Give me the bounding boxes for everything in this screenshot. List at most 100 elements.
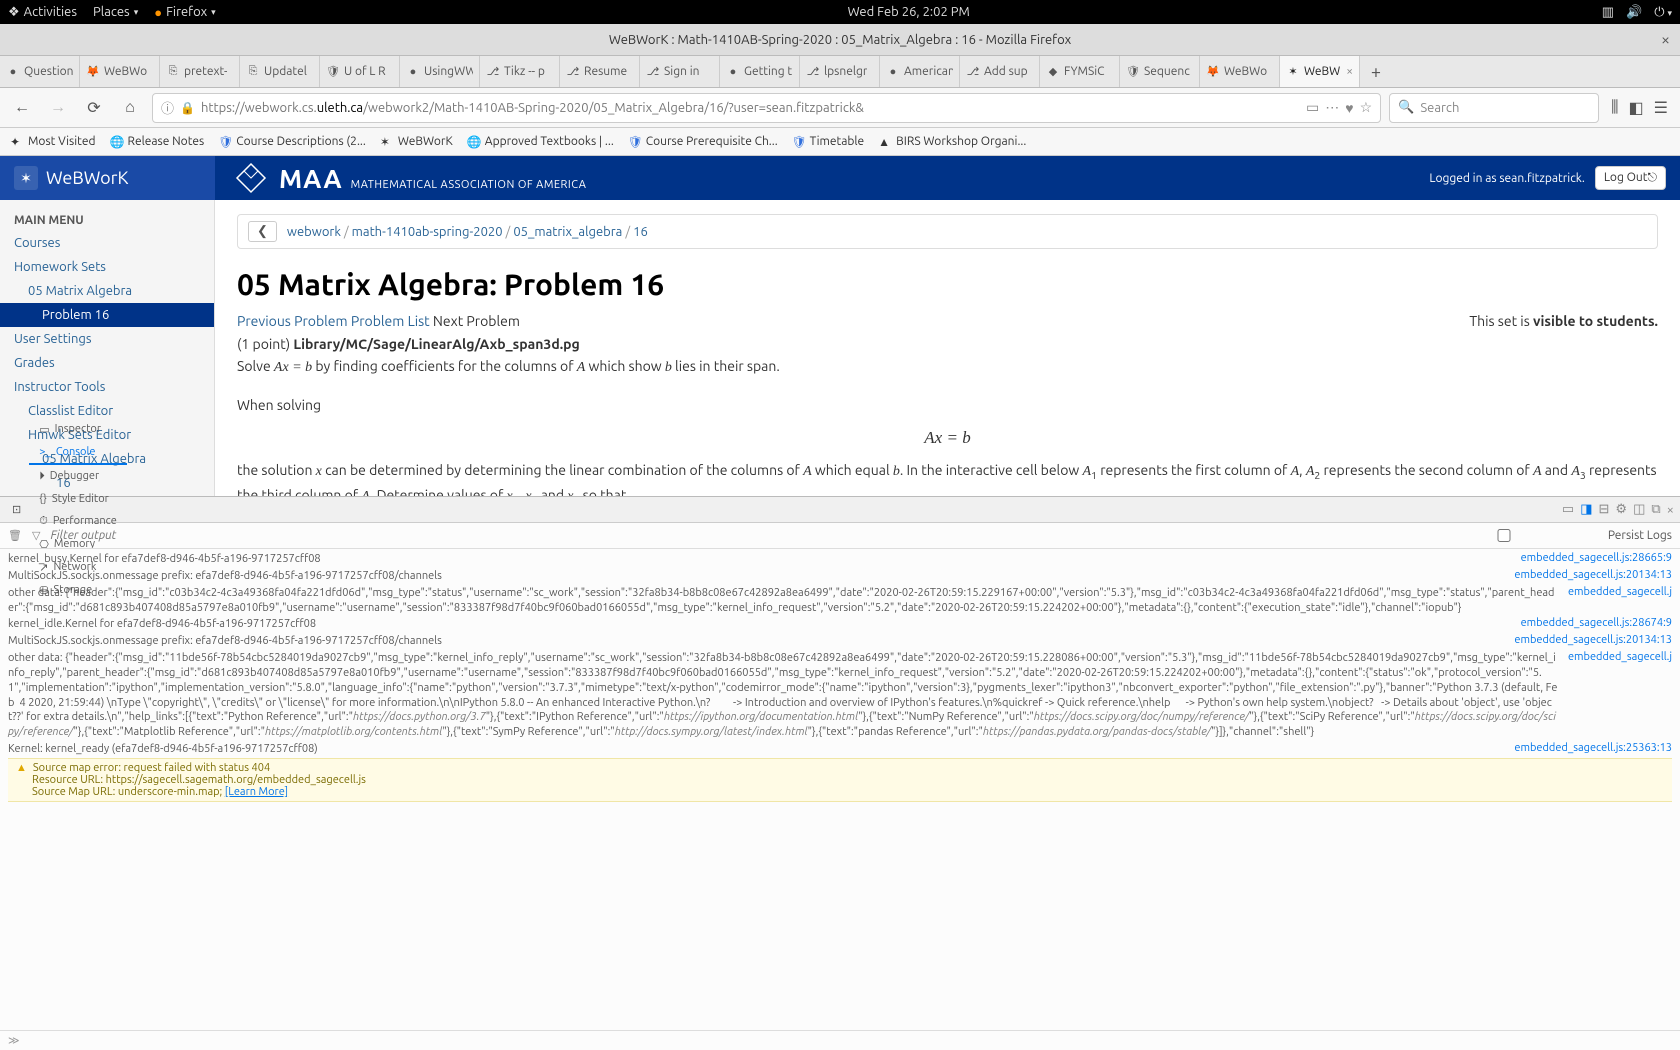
back-button[interactable]: ← — [8, 94, 36, 122]
new-tab-button[interactable]: + — [1360, 56, 1392, 87]
devtools-dock-icon[interactable]: ⊟ — [1599, 502, 1610, 517]
devtools-close-icon[interactable]: × — [1667, 503, 1674, 517]
browser-tab[interactable]: ⎇Add sup — [960, 56, 1040, 87]
browser-tab[interactable]: ⎘pretext- — [160, 56, 240, 87]
devtools-popout-icon[interactable]: ⧉ — [1651, 502, 1660, 517]
devtools-tab-console[interactable]: >_Console — [29, 441, 127, 465]
firefox-menu[interactable]: ● Firefox ▾ — [154, 5, 215, 20]
activities-menu[interactable]: ❖ Activities — [8, 5, 77, 20]
pocket-icon[interactable]: ♥ — [1345, 100, 1353, 116]
breadcrumb-link[interactable]: math-1410ab-spring-2020 — [352, 225, 503, 239]
browser-tab[interactable]: 🛡U of L R — [320, 56, 400, 87]
page-content: ✶ WeBWorK MAAMATHEMATICAL ASSOCIATION OF… — [0, 156, 1680, 496]
home-button[interactable]: ⌂ — [116, 94, 144, 122]
console-log[interactable]: kernel_busy.Kernel for efa7def8-d946-4b5… — [0, 549, 1680, 1030]
bookmark-item[interactable]: ✶WeBWorK — [380, 135, 453, 149]
favicon-icon: 🛡 — [1126, 65, 1140, 79]
console-prompt[interactable]: ≫ — [0, 1030, 1680, 1050]
breadcrumb-link[interactable]: 05_matrix_algebra — [513, 225, 622, 239]
page-actions-icon[interactable]: ⋯ — [1325, 99, 1339, 116]
favicon-icon: ⎇ — [646, 65, 660, 79]
sidebar-item[interactable]: Problem 16 — [0, 303, 214, 327]
browser-tab[interactable]: ✶WeBW× — [1280, 56, 1360, 87]
address-bar[interactable]: ⓘ 🔒 https://webwork.cs.uleth.ca/webwork2… — [152, 93, 1381, 123]
sidebar-item[interactable]: Homework Sets — [0, 255, 214, 279]
clock[interactable]: Wed Feb 26, 2:02 PM — [216, 5, 1602, 19]
devtools-dock-side-icon[interactable]: ◫ — [1633, 502, 1645, 517]
favicon-icon: 🦊 — [1206, 65, 1220, 79]
sidebar-item[interactable]: Grades — [0, 351, 214, 375]
devtools-frame-select-icon[interactable]: ⊡ — [6, 503, 27, 516]
browser-tab[interactable]: ●American In — [880, 56, 960, 87]
bookmark-star-icon[interactable]: ☆ — [1360, 99, 1373, 116]
devtools-tab-inspector[interactable]: ▭Inspector — [29, 418, 127, 441]
reload-button[interactable]: ⟳ — [80, 94, 108, 122]
browser-tab[interactable]: ◆FYMSiC — [1040, 56, 1120, 87]
devtools-split-icon[interactable]: ◨ — [1580, 502, 1592, 517]
devtools-tabs: ⊡ ▭Inspector>_Console⏵Debugger{}Style Ed… — [0, 497, 1680, 523]
bookmark-item[interactable]: ▲BIRS Workshop Organi... — [878, 135, 1026, 149]
favicon-icon: ⎇ — [486, 65, 500, 79]
browser-tab[interactable]: ⎇Resume — [560, 56, 640, 87]
next-problem-text: Next Problem — [433, 313, 520, 329]
bookmark-item[interactable]: 🛡Course Descriptions (2... — [218, 135, 366, 149]
bookmark-item[interactable]: 🌐Approved Textbooks | ... — [467, 135, 614, 149]
persist-logs-checkbox[interactable]: Persist Logs — [1404, 529, 1672, 542]
prev-problem-link[interactable]: Previous Problem — [237, 313, 348, 329]
sidebar-item[interactable]: User Settings — [0, 327, 214, 351]
webwork-brand[interactable]: ✶ WeBWorK — [0, 156, 215, 200]
browser-tab[interactable]: ⎇Tikz -- p — [480, 56, 560, 87]
log-line: MultiSockJS.sockjs.onmessage prefix: efa… — [8, 568, 1672, 585]
hamburger-icon[interactable]: ☰ — [1654, 98, 1668, 117]
browser-tab[interactable]: 🛡Sequenc — [1120, 56, 1200, 87]
power-icon[interactable]: ⏻ ▾ — [1654, 5, 1672, 20]
filter-input[interactable] — [50, 529, 250, 542]
sidebar-item[interactable]: 05 Matrix Algebra — [0, 279, 214, 303]
filter-icon[interactable]: ▽ — [32, 529, 40, 542]
library-icon[interactable]: ⫼ — [1611, 98, 1618, 117]
info-icon[interactable]: ⓘ — [161, 98, 174, 117]
breadcrumb-link[interactable]: 16 — [633, 225, 648, 239]
breadcrumb-back-button[interactable]: ❮ — [248, 221, 277, 242]
network-icon[interactable]: ▥ — [1602, 5, 1614, 20]
devtools-responsive-icon[interactable]: ▭ — [1562, 502, 1574, 517]
browser-tab[interactable]: ●Questionabl — [0, 56, 80, 87]
close-icon[interactable]: × — [1661, 31, 1670, 49]
favicon-icon: 🦊 — [86, 65, 100, 79]
learn-more-link[interactable]: [Learn More] — [225, 786, 288, 798]
places-menu[interactable]: Places ▾ — [93, 5, 138, 19]
bookmark-item[interactable]: 🛡Course Prerequisite Ch... — [628, 135, 778, 149]
sidebar-item[interactable]: Instructor Tools — [0, 375, 214, 399]
webwork-logo-icon: ✶ — [14, 166, 38, 190]
bookmark-item[interactable]: 🛡Timetable — [792, 135, 864, 149]
clear-console-icon[interactable]: 🗑 — [8, 529, 22, 542]
bookmark-item[interactable]: 🌐Release Notes — [110, 135, 205, 149]
problem-list-link[interactable]: Problem List — [351, 313, 430, 329]
devtools-tab-style-editor[interactable]: {}Style Editor — [29, 488, 127, 510]
close-tab-icon[interactable]: × — [1346, 65, 1353, 78]
reader-icon[interactable]: ▭ — [1306, 99, 1319, 116]
bookmark-item[interactable]: ✦Most Visited — [10, 135, 96, 149]
logout-button[interactable]: Log Out⎋ — [1595, 166, 1666, 190]
browser-tab[interactable]: ⎘Updatel — [240, 56, 320, 87]
devtools-tab-icon: ⏵ — [39, 470, 45, 483]
lock-icon: 🔒 — [180, 101, 195, 115]
bookmark-icon: ✦ — [10, 135, 24, 149]
volume-icon[interactable]: 🔊 — [1626, 5, 1642, 20]
sidebar-item[interactable]: Courses — [0, 231, 214, 255]
sidebar-icon[interactable]: ◧ — [1629, 98, 1644, 117]
browser-tab[interactable]: ●UsingWW: — [400, 56, 480, 87]
log-line: Kernel: kernel_ready (efa7def8-d946-4b5f… — [8, 741, 1672, 758]
breadcrumb-link[interactable]: webwork — [287, 225, 341, 239]
search-bar[interactable]: 🔍 Search — [1389, 93, 1599, 123]
browser-tab[interactable]: 🦊WeBWo — [1200, 56, 1280, 87]
browser-tab[interactable]: ⎇Sign in — [640, 56, 720, 87]
log-line: MultiSockJS.sockjs.onmessage prefix: efa… — [8, 633, 1672, 650]
browser-tab[interactable]: ●Getting the — [720, 56, 800, 87]
browser-tab[interactable]: 🦊WeBWo — [80, 56, 160, 87]
devtools-settings-icon[interactable]: ⚙ — [1615, 502, 1627, 517]
gnome-top-bar: ❖ Activities Places ▾ ● Firefox ▾ Wed Fe… — [0, 0, 1680, 24]
browser-tab[interactable]: ⎇lpsnelgr — [800, 56, 880, 87]
devtools-tab-debugger[interactable]: ⏵Debugger — [29, 465, 127, 488]
search-icon: 🔍 — [1398, 100, 1414, 115]
